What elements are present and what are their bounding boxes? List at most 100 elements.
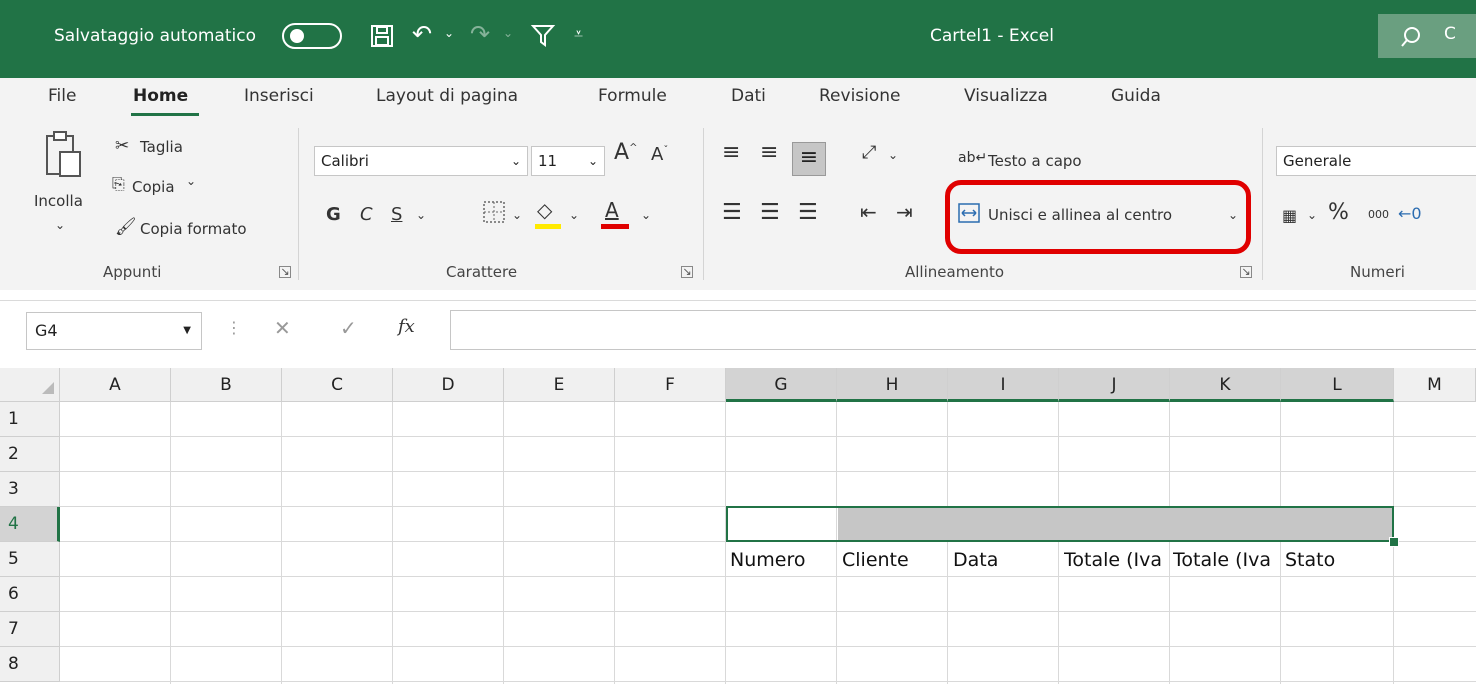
column-header-i[interactable]: I: [948, 368, 1059, 402]
underline-button[interactable]: S: [391, 204, 402, 225]
column-header-j[interactable]: J: [1059, 368, 1170, 402]
increase-indent-icon[interactable]: ⇥: [896, 200, 913, 224]
copy-dropdown-icon[interactable]: ⌄: [186, 174, 196, 188]
font-dialog-launcher-icon[interactable]: ↘: [681, 266, 693, 278]
formula-input[interactable]: [450, 310, 1476, 350]
tab-home[interactable]: Home: [133, 86, 188, 106]
row-header-4[interactable]: 4: [0, 507, 60, 542]
search-box[interactable]: C: [1378, 14, 1476, 58]
paste-dropdown-icon[interactable]: ⌄: [55, 218, 65, 232]
underline-dropdown-icon[interactable]: ⌄: [416, 208, 426, 222]
borders-icon[interactable]: [482, 200, 506, 224]
column-header-f[interactable]: F: [615, 368, 726, 402]
column-header-e[interactable]: E: [504, 368, 615, 402]
tab-view[interactable]: Visualizza: [964, 86, 1048, 106]
name-box[interactable]: G4 ▼: [26, 312, 202, 350]
paste-icon[interactable]: [44, 130, 84, 180]
format-painter-icon[interactable]: 🖌: [115, 217, 137, 237]
bold-button[interactable]: G: [326, 204, 341, 225]
alignment-dialog-launcher-icon[interactable]: ↘: [1240, 266, 1252, 278]
tab-formulas[interactable]: Formule: [598, 86, 667, 106]
gridline: [60, 646, 1476, 647]
accounting-format-icon[interactable]: ▦: [1282, 206, 1297, 225]
customize-toolbar-icon[interactable]: ⩡: [574, 24, 583, 44]
undo-dropdown-icon[interactable]: ⌄: [444, 26, 454, 40]
active-cell-g4[interactable]: [726, 506, 1394, 542]
column-header-m[interactable]: M: [1394, 368, 1476, 402]
paste-label[interactable]: Incolla: [34, 192, 83, 210]
align-right-icon[interactable]: ☰: [798, 200, 818, 225]
font-color-dropdown-icon[interactable]: ⌄: [641, 208, 651, 222]
redo-icon[interactable]: ↷: [470, 20, 490, 48]
align-center-icon[interactable]: ☰: [760, 200, 780, 225]
column-header-c[interactable]: C: [282, 368, 393, 402]
tab-page-layout[interactable]: Layout di pagina: [376, 86, 518, 106]
cell-l5[interactable]: Stato: [1285, 549, 1392, 571]
cancel-icon[interactable]: ✕: [274, 316, 291, 340]
cell-g5[interactable]: Numero: [730, 549, 836, 571]
column-header-l[interactable]: L: [1281, 368, 1394, 402]
copy-label[interactable]: Copia: [132, 178, 175, 196]
fill-handle[interactable]: [1389, 537, 1399, 547]
wrap-text-label[interactable]: Testo a capo: [988, 152, 1082, 170]
autosave-toggle[interactable]: [282, 23, 342, 49]
cell-j5[interactable]: Totale (Iva: [1064, 549, 1169, 571]
cut-icon[interactable]: ✂: [115, 136, 129, 156]
accounting-dropdown-icon[interactable]: ⌄: [1307, 208, 1317, 222]
copy-icon[interactable]: ⎘: [112, 174, 125, 194]
format-painter-label[interactable]: Copia formato: [140, 220, 247, 238]
cell-k5[interactable]: Totale (Iva: [1173, 549, 1280, 571]
tab-insert[interactable]: Inserisci: [244, 86, 314, 106]
row-header-3[interactable]: 3: [0, 472, 60, 507]
clipboard-dialog-launcher-icon[interactable]: ↘: [279, 266, 291, 278]
row-header-8[interactable]: 8: [0, 647, 60, 682]
font-size-value: 11: [538, 152, 558, 170]
borders-dropdown-icon[interactable]: ⌄: [512, 208, 522, 222]
column-header-k[interactable]: K: [1170, 368, 1281, 402]
select-all-corner[interactable]: [0, 368, 60, 402]
italic-button[interactable]: C: [360, 204, 373, 225]
row-header-2[interactable]: 2: [0, 437, 60, 472]
row-header-7[interactable]: 7: [0, 612, 60, 647]
increase-font-icon[interactable]: A^: [614, 140, 637, 165]
enter-check-icon[interactable]: ✓: [340, 316, 357, 340]
column-header-b[interactable]: B: [171, 368, 282, 402]
column-header-h[interactable]: H: [837, 368, 948, 402]
decrease-font-icon[interactable]: Aˇ: [651, 144, 668, 165]
undo-icon[interactable]: ↶: [412, 20, 432, 48]
font-name-combo[interactable]: Calibri ⌄: [314, 146, 528, 176]
tab-file[interactable]: File: [48, 86, 76, 106]
wrap-text-icon[interactable]: ab↵: [958, 150, 987, 166]
decrease-indent-icon[interactable]: ⇤: [860, 200, 877, 224]
number-format-combo[interactable]: Generale: [1276, 146, 1476, 176]
align-left-icon[interactable]: ☰: [722, 200, 742, 225]
font-size-combo[interactable]: 11 ⌄: [531, 146, 605, 176]
fill-color-icon[interactable]: ◇: [537, 198, 552, 222]
redo-dropdown-icon[interactable]: ⌄: [503, 26, 513, 40]
cell-i5[interactable]: Data: [953, 549, 1058, 571]
align-middle-icon[interactable]: ≡: [760, 140, 778, 165]
orientation-icon[interactable]: ⤢: [862, 142, 876, 163]
orientation-dropdown-icon[interactable]: ⌄: [888, 148, 898, 162]
filter-icon[interactable]: [530, 22, 556, 48]
align-top-icon[interactable]: ≡: [722, 140, 740, 165]
row-header-5[interactable]: 5: [0, 542, 60, 577]
tab-help[interactable]: Guida: [1111, 86, 1161, 106]
column-header-a[interactable]: A: [60, 368, 171, 402]
insert-function-icon[interactable]: fx: [398, 316, 415, 337]
font-color-icon[interactable]: A: [605, 198, 619, 222]
column-header-g[interactable]: G: [726, 368, 837, 402]
tab-data[interactable]: Dati: [731, 86, 766, 106]
cut-label[interactable]: Taglia: [140, 138, 183, 156]
cell-h5[interactable]: Cliente: [842, 549, 947, 571]
row-header-6[interactable]: 6: [0, 577, 60, 612]
save-icon[interactable]: [370, 24, 394, 48]
align-bottom-button[interactable]: ≡: [792, 142, 826, 176]
thousands-button[interactable]: 000: [1368, 208, 1389, 221]
decimal-increase-icon[interactable]: ←0: [1398, 204, 1422, 223]
column-header-d[interactable]: D: [393, 368, 504, 402]
row-header-1[interactable]: 1: [0, 402, 60, 437]
tab-review[interactable]: Revisione: [819, 86, 901, 106]
percent-button[interactable]: %: [1328, 200, 1349, 225]
fill-color-dropdown-icon[interactable]: ⌄: [569, 208, 579, 222]
